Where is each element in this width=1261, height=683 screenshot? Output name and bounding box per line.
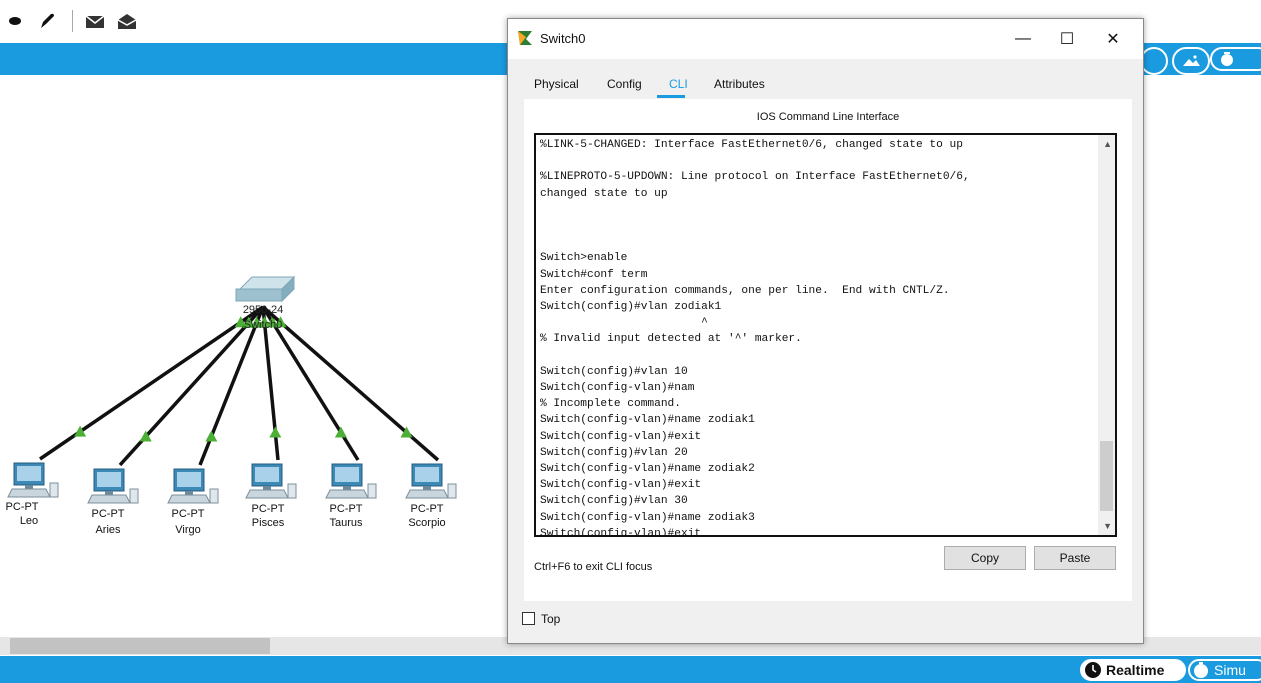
pc-name-label: Scorpio <box>408 517 446 529</box>
pc-type-label: PC-PT <box>410 503 444 515</box>
packet-tracer-icon <box>516 29 534 52</box>
pc-type-label: PC-PT <box>5 501 39 513</box>
paste-button[interactable]: Paste <box>1034 546 1116 570</box>
pc-type-label: PC-PT <box>91 508 125 520</box>
tab-cli[interactable]: CLI <box>669 77 688 91</box>
pc-devices <box>7 462 457 504</box>
top-checkbox[interactable] <box>522 612 535 625</box>
globe-icon <box>1221 52 1233 66</box>
pc-name-label: Taurus <box>329 517 363 529</box>
link-status-light <box>269 426 282 438</box>
simulation-label: Simu <box>1214 662 1246 678</box>
maximize-button[interactable]: ☐ <box>1045 25 1089 53</box>
tab-config[interactable]: Config <box>607 77 642 91</box>
scroll-down-arrow-icon[interactable]: ▼ <box>1103 521 1112 531</box>
dialog-title: Switch0 <box>540 31 586 46</box>
clock-icon <box>1085 662 1101 678</box>
pc-type-label: PC-PT <box>329 503 363 515</box>
device-dialog: Switch0 — ☐ ✕ Physical Config CLI Attrib… <box>507 18 1144 644</box>
background-image-button[interactable] <box>1172 47 1210 75</box>
pc-name-label: Virgo <box>175 524 201 536</box>
simulation-mode-button[interactable]: Simu <box>1188 659 1261 681</box>
open-mail-icon[interactable] <box>116 10 138 32</box>
close-button[interactable]: ✕ <box>1091 25 1135 53</box>
switch-model-label: 2950-24 <box>242 304 284 316</box>
scrollbar-thumb[interactable] <box>10 638 270 654</box>
top-checkbox-label: Top <box>541 612 561 626</box>
cli-output[interactable]: %LINK-5-CHANGED: Interface FastEthernet0… <box>540 137 1096 535</box>
pc-type-label: PC-PT <box>251 503 285 515</box>
switch-device[interactable] <box>235 275 296 303</box>
copy-button[interactable]: Copy <box>944 546 1026 570</box>
scroll-up-arrow-icon[interactable]: ▲ <box>1103 139 1112 149</box>
cli-scrollbar-thumb[interactable] <box>1100 441 1113 511</box>
realtime-mode-button[interactable]: Realtime <box>1080 659 1186 681</box>
dialog-titlebar[interactable]: Switch0 — ☐ ✕ <box>508 19 1143 59</box>
link-status-light <box>205 430 218 442</box>
oval-shape-icon[interactable] <box>4 10 26 32</box>
cli-vertical-scrollbar[interactable]: ▲ ▼ <box>1098 135 1115 535</box>
switch-name-label: Switch0 <box>243 319 283 331</box>
pc-device-icon[interactable] <box>7 462 59 498</box>
view-toggle-button[interactable] <box>1140 47 1168 75</box>
panel-title: IOS Command Line Interface <box>756 111 900 123</box>
pc-type-label: PC-PT <box>171 508 205 520</box>
landscape-icon <box>1183 55 1200 66</box>
network-link[interactable] <box>39 305 264 461</box>
cli-focus-hint: Ctrl+F6 to exit CLI focus <box>534 561 653 573</box>
active-tab-indicator <box>657 95 685 98</box>
mail-compose-icon[interactable] <box>84 10 106 32</box>
tab-physical[interactable]: Physical <box>534 77 579 91</box>
toolbar-divider <box>72 10 73 32</box>
mode-bar <box>0 656 1261 683</box>
cli-terminal[interactable]: %LINK-5-CHANGED: Interface FastEthernet0… <box>534 133 1117 537</box>
pc-device-icon[interactable] <box>167 468 219 504</box>
tab-attributes[interactable]: Attributes <box>714 77 765 91</box>
pc-name-label: Leo <box>19 515 39 527</box>
minimize-button[interactable]: — <box>1001 25 1045 53</box>
pc-device-icon[interactable] <box>87 468 139 504</box>
realtime-label: Realtime <box>1106 662 1165 678</box>
pc-name-label: Aries <box>95 524 121 536</box>
pc-name-label: Pisces <box>251 517 285 529</box>
pc-device-icon[interactable] <box>325 463 377 499</box>
stopwatch-icon <box>1194 662 1208 678</box>
pc-device-icon[interactable] <box>245 463 297 499</box>
cli-panel: IOS Command Line Interface %LINK-5-CHANG… <box>524 99 1132 601</box>
pen-icon[interactable] <box>36 10 58 32</box>
pc-device-icon[interactable] <box>405 463 457 499</box>
viewport-button[interactable] <box>1210 47 1261 71</box>
